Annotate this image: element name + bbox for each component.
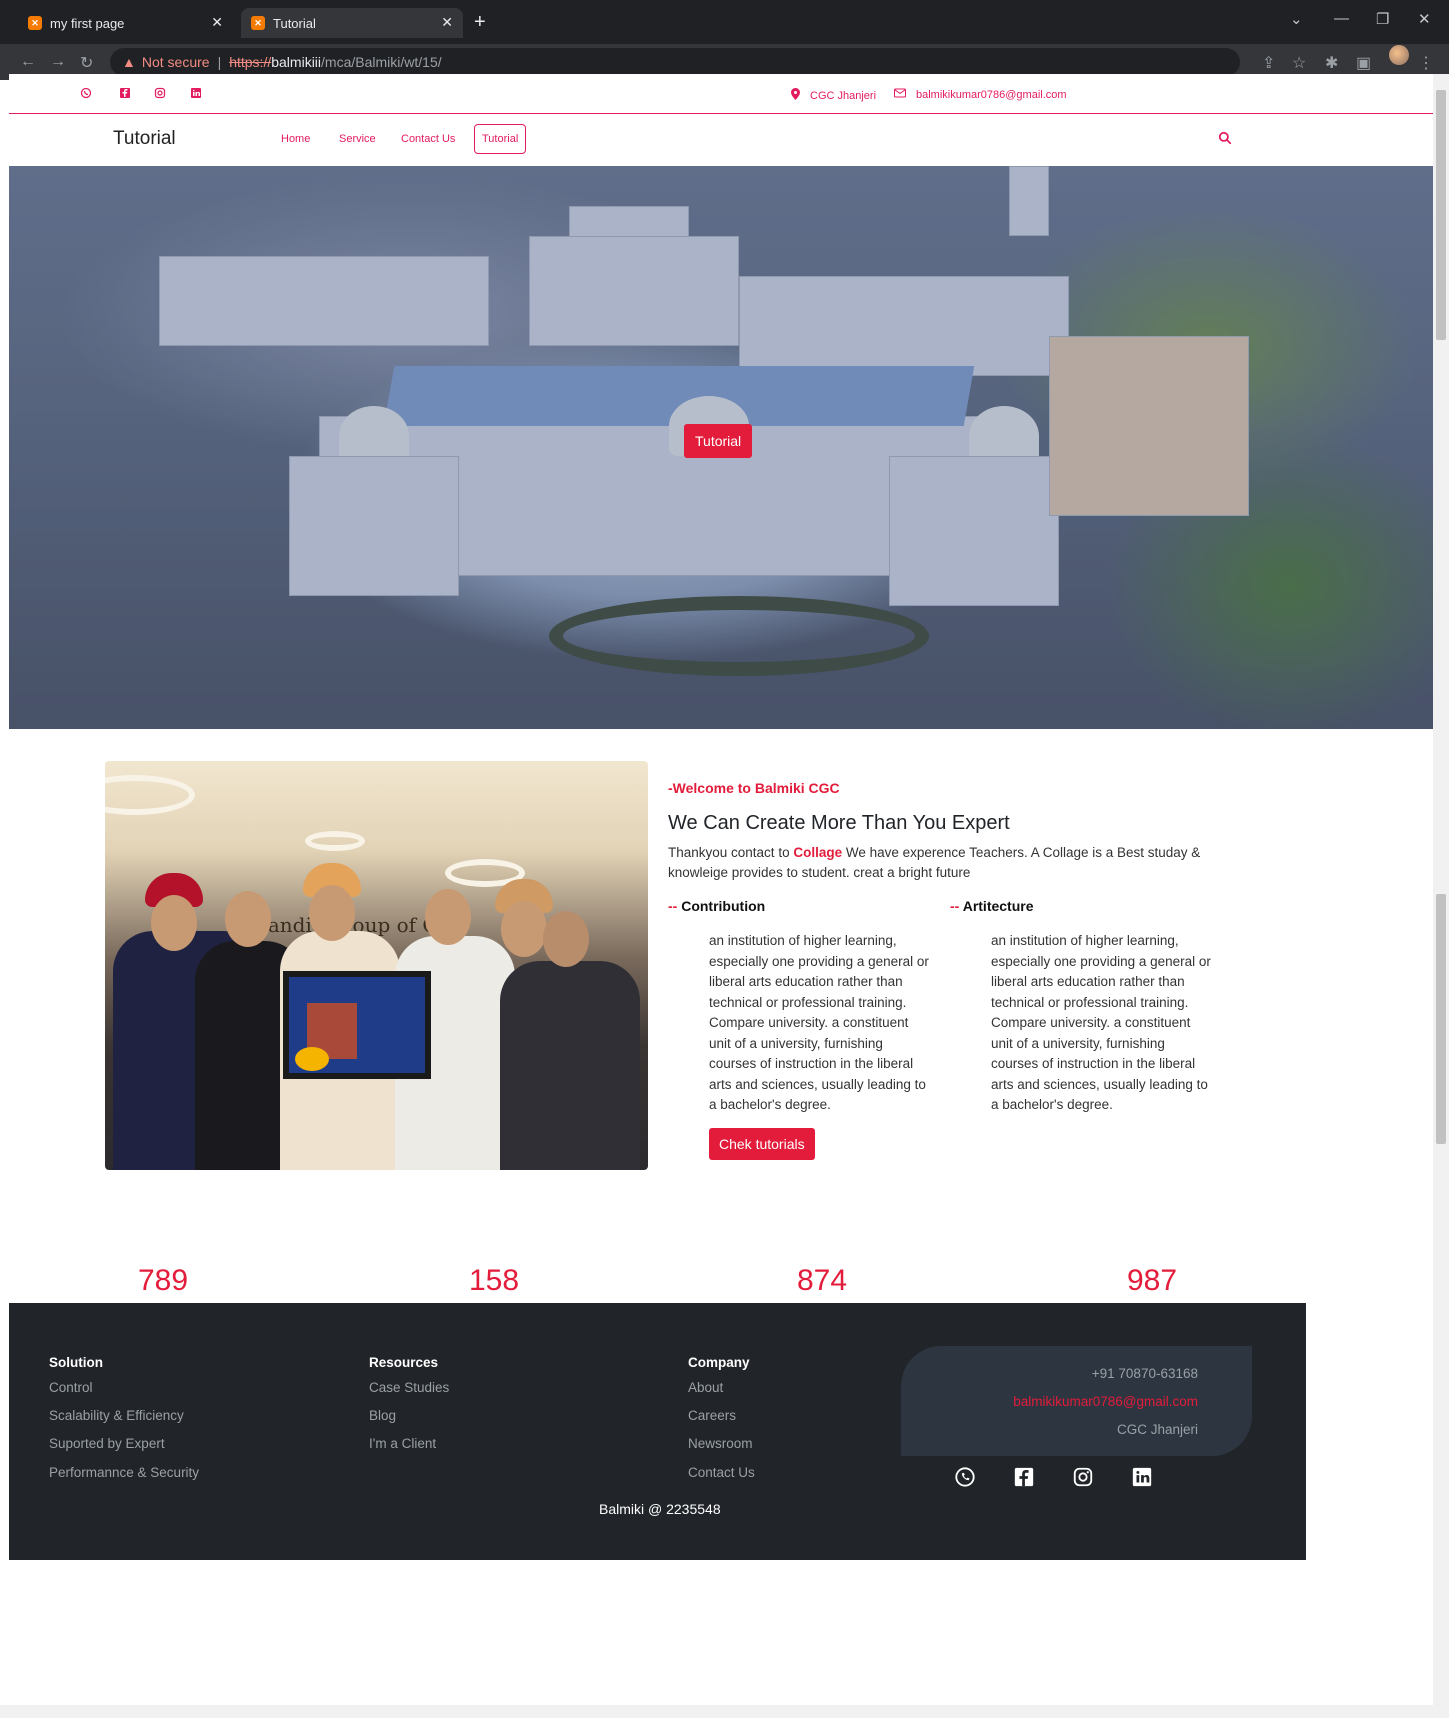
footer-copyright: Balmiki @ 2235548 — [599, 1501, 721, 1517]
footer-link-case-studies[interactable]: Case Studies — [369, 1380, 449, 1395]
minimize-icon[interactable]: — — [1334, 10, 1349, 27]
close-tab-icon[interactable]: ✕ — [441, 14, 453, 31]
footer-link-contact-us[interactable]: Contact Us — [688, 1465, 755, 1480]
site-footer: Solution Control Scalability & Efficienc… — [9, 1303, 1306, 1560]
artitecture-heading: -- Artitecture — [950, 898, 1034, 914]
lead-highlight: Collage — [793, 845, 843, 860]
footer-link-blog[interactable]: Blog — [369, 1408, 396, 1423]
hero-banner: Tutorial — [9, 166, 1433, 729]
close-window-icon[interactable]: ✕ — [1418, 10, 1431, 28]
stat-counter-1: 789 — [138, 1264, 189, 1297]
main-navbar: Tutorial Home Service Contact Us Tutoria… — [9, 114, 1433, 166]
browser-tab-my-first-page[interactable]: ✕ my first page ✕ — [18, 8, 233, 38]
site-brand[interactable]: Tutorial — [113, 128, 176, 150]
scrollbar-thumb[interactable] — [1436, 90, 1446, 340]
scrollbar-thumb-secondary[interactable] — [1436, 894, 1446, 1144]
page-scrollbar[interactable] — [1433, 74, 1449, 1718]
footer-company-title: Company — [688, 1355, 750, 1370]
footer-email[interactable]: balmikikumar0786@gmail.com — [1013, 1394, 1198, 1409]
section-heading: We Can Create More Than You Expert — [668, 812, 1010, 834]
footer-instagram-icon[interactable] — [1072, 1466, 1096, 1490]
footer-link-im-a-client[interactable]: I'm a Client — [369, 1436, 436, 1451]
extensions-puzzle-icon[interactable]: ✱ — [1325, 53, 1338, 73]
xampp-favicon-icon: ✕ — [251, 16, 265, 30]
bookmark-star-icon[interactable]: ☆ — [1292, 53, 1306, 73]
close-tab-icon[interactable]: ✕ — [211, 14, 223, 31]
lead-prefix: Thankyou contact to — [668, 845, 794, 860]
location-text: CGC Jhanjeri — [810, 89, 877, 102]
nav-link-service[interactable]: Service — [339, 133, 376, 145]
tab-title: my first page — [50, 15, 125, 31]
group-photo: handigar oup of Col — [105, 761, 648, 1170]
section-eyebrow: -Welcome to Balmiki CGC — [668, 780, 840, 796]
contribution-heading: -- Contribution — [668, 898, 765, 914]
forward-icon[interactable]: → — [50, 53, 66, 71]
profile-avatar[interactable] — [1389, 45, 1409, 65]
envelope-icon — [894, 88, 906, 101]
footer-link-scalability[interactable]: Scalability & Efficiency — [49, 1408, 184, 1423]
footer-phone[interactable]: +91 70870-63168 — [1092, 1366, 1198, 1381]
address-host: balmikiii — [271, 54, 322, 70]
hero-tutorial-button[interactable]: Tutorial — [684, 424, 753, 458]
contribution-text: an institution of higher learning, espec… — [709, 933, 929, 1112]
address-divider: | — [217, 54, 222, 70]
contribution-title: Contribution — [681, 898, 766, 914]
not-secure-label[interactable]: Not secure — [142, 54, 210, 70]
browser-tab-tutorial[interactable]: ✕ Tutorial ✕ — [241, 8, 463, 38]
restore-icon[interactable]: ❐ — [1376, 10, 1389, 28]
instagram-icon[interactable] — [154, 87, 166, 99]
footer-facebook-icon[interactable] — [1013, 1466, 1037, 1490]
side-panel-icon[interactable]: ▣ — [1356, 53, 1371, 73]
tab-title: Tutorial — [273, 15, 316, 31]
artitecture-title: Artitecture — [962, 898, 1034, 914]
section-lead: Thankyou contact to Collage We have expe… — [668, 843, 1228, 883]
search-icon[interactable] — [1218, 131, 1232, 150]
top-info-bar: CGC Jhanjeri balmikikumar0786@gmail.com — [9, 74, 1433, 114]
heading-dash: -- — [950, 898, 963, 914]
address-path: /mca/Balmiki/wt/15/ — [321, 54, 442, 70]
nav-link-tutorial[interactable]: Tutorial — [474, 124, 527, 154]
footer-whatsapp-icon[interactable] — [954, 1466, 978, 1490]
horizontal-scrollbar[interactable] — [0, 1705, 1449, 1718]
whatsapp-icon[interactable] — [80, 87, 92, 99]
map-pin-icon — [791, 88, 800, 103]
address-scheme: https:// — [229, 54, 272, 70]
reload-icon[interactable]: ↻ — [80, 53, 93, 73]
footer-contact-box: +91 70870-63168 balmikikumar0786@gmail.c… — [901, 1346, 1252, 1456]
facebook-icon[interactable] — [119, 87, 131, 99]
stat-counter-4: 987 — [1127, 1264, 1178, 1297]
share-icon[interactable]: ⇪ — [1262, 53, 1275, 73]
artitecture-text: an institution of higher learning, espec… — [991, 933, 1211, 1112]
email-text[interactable]: balmikikumar0786@gmail.com — [916, 89, 1067, 101]
nav-link-contact-us[interactable]: Contact Us — [401, 133, 455, 145]
award-poster — [283, 971, 431, 1079]
footer-solution-title: Solution — [49, 1355, 103, 1370]
linkedin-icon[interactable] — [190, 87, 202, 99]
browser-menu-icon[interactable]: ⋮ — [1418, 53, 1434, 73]
chek-tutorials-button[interactable]: Chek tutorials — [709, 1128, 815, 1160]
stat-counter-3: 874 — [797, 1264, 848, 1297]
footer-location: CGC Jhanjeri — [1116, 1422, 1198, 1437]
footer-link-careers[interactable]: Careers — [688, 1408, 736, 1423]
footer-link-control[interactable]: Control — [49, 1380, 93, 1395]
location-info: CGC Jhanjeri — [791, 88, 876, 103]
heading-dash: -- — [668, 898, 682, 914]
footer-linkedin-icon[interactable] — [1131, 1466, 1155, 1490]
nav-link-home[interactable]: Home — [281, 133, 310, 145]
address-bar[interactable]: ▲ Not secure | https:// balmikiii /mca/B… — [110, 48, 1240, 76]
email-info: balmikikumar0786@gmail.com — [894, 88, 1067, 101]
footer-link-suported-by-expert[interactable]: Suported by Expert — [49, 1436, 165, 1451]
stat-counter-2: 158 — [469, 1264, 520, 1297]
footer-resources-title: Resources — [369, 1355, 439, 1370]
new-tab-icon[interactable]: + — [474, 11, 486, 34]
tab-search-chevron-icon[interactable]: ⌄ — [1290, 10, 1303, 28]
footer-link-about[interactable]: About — [688, 1380, 723, 1395]
footer-link-performance-security[interactable]: Performannce & Security — [49, 1465, 199, 1480]
warning-icon: ▲ — [122, 54, 136, 70]
xampp-favicon-icon: ✕ — [28, 16, 42, 30]
back-icon[interactable]: ← — [20, 53, 36, 71]
footer-link-newsroom[interactable]: Newsroom — [688, 1436, 753, 1451]
browser-tabstrip: ✕ my first page ✕ ✕ Tutorial ✕ + ⌄ — ❐ ✕ — [0, 0, 1449, 44]
